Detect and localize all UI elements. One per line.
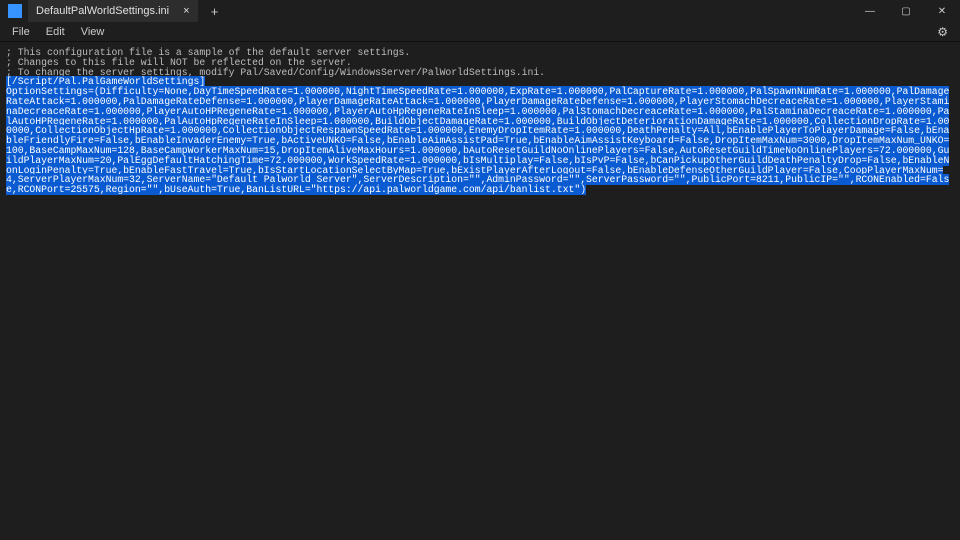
menu-file[interactable]: File	[4, 24, 38, 40]
file-icon	[8, 4, 22, 18]
window-controls: — ▢ ✕	[852, 0, 960, 22]
selected-config-text: [/Script/Pal.PalGameWorldSettings] Optio…	[6, 76, 949, 195]
tab-close-icon[interactable]: ×	[183, 5, 189, 17]
menubar: File Edit View ⚙	[0, 22, 960, 42]
new-tab-button[interactable]: +	[208, 4, 222, 19]
editor-area[interactable]: ; This configuration file is a sample of…	[0, 42, 960, 540]
tab-title: DefaultPalWorldSettings.ini	[36, 5, 169, 17]
menu-edit[interactable]: Edit	[38, 24, 73, 40]
gear-icon[interactable]: ⚙	[929, 23, 956, 41]
close-window-button[interactable]: ✕	[924, 0, 960, 22]
tab-active[interactable]: DefaultPalWorldSettings.ini ×	[28, 0, 198, 22]
minimize-button[interactable]: —	[852, 0, 888, 22]
menu-view[interactable]: View	[73, 24, 113, 40]
titlebar: DefaultPalWorldSettings.ini × + — ▢ ✕	[0, 0, 960, 22]
maximize-button[interactable]: ▢	[888, 0, 924, 22]
